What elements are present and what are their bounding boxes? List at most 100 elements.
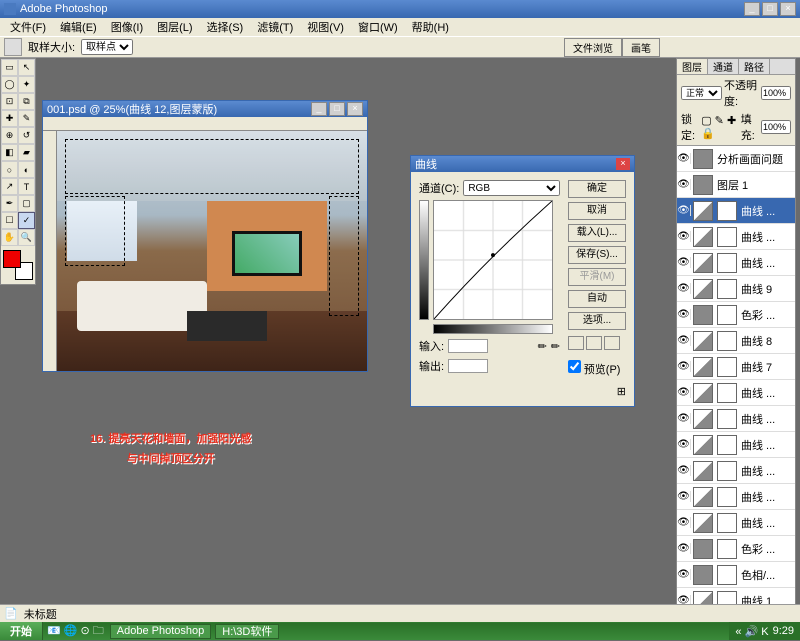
layer-row[interactable]: 👁曲线 7 [677,354,795,380]
layer-row[interactable]: 👁色彩 ... [677,536,795,562]
eyedrop-black-icon[interactable] [568,336,584,350]
eyedrop-gray-icon[interactable] [586,336,602,350]
close-button[interactable]: × [780,2,796,16]
layer-row[interactable]: 👁曲线 8 [677,328,795,354]
layer-row[interactable]: 👁曲线 ... [677,198,795,224]
visibility-icon[interactable]: 👁 [677,517,691,528]
menu-layer[interactable]: 图层(L) [151,19,198,35]
document-title[interactable]: 001.psd @ 25%(曲线 12,图层蒙版) _□× [43,101,367,117]
layer-row[interactable]: 👁曲线 ... [677,510,795,536]
layer-row[interactable]: 👁分析画面问题 [677,146,795,172]
tab-paths[interactable]: 路径 [739,59,770,74]
visibility-icon[interactable]: 👁 [677,231,691,242]
system-tray[interactable]: « 🔊 K9:29 [729,622,800,640]
layer-row[interactable]: 👁曲线 9 [677,276,795,302]
tool-gradient[interactable]: ▰ [18,144,35,161]
maximize-button[interactable]: □ [762,2,778,16]
tool-brush[interactable]: ✎ [18,110,35,127]
tool-wand[interactable]: ✦ [18,76,35,93]
output-field[interactable] [448,359,488,373]
visibility-icon[interactable]: 👁 [677,361,691,372]
tool-marquee[interactable]: ▭ [1,59,18,76]
canvas[interactable] [57,131,367,371]
minimize-button[interactable]: _ [744,2,760,16]
menu-edit[interactable]: 编辑(E) [54,19,103,35]
opacity-field[interactable] [761,86,791,100]
layer-row[interactable]: 👁曲线 ... [677,250,795,276]
layer-row[interactable]: 👁色相/... [677,562,795,588]
menu-view[interactable]: 视图(V) [301,19,350,35]
layer-row[interactable]: 👁曲线 ... [677,458,795,484]
input-field[interactable] [448,339,488,353]
blend-mode-select[interactable]: 正常 [681,86,722,100]
expand-icon[interactable]: ⊞ [568,385,626,398]
visibility-icon[interactable]: 👁 [677,179,691,190]
layer-row[interactable]: 👁色彩 ... [677,302,795,328]
layer-row[interactable]: 👁图层 1 [677,172,795,198]
sample-size-select[interactable]: 取样点 [81,39,133,55]
current-tool-icon[interactable] [4,38,22,56]
eyedrop-white-icon[interactable] [604,336,620,350]
layer-row[interactable]: 👁曲线 ... [677,380,795,406]
tool-eyedropper[interactable]: ✓ [18,212,35,229]
visibility-icon[interactable]: 👁 [677,465,691,476]
visibility-icon[interactable]: 👁 [677,257,691,268]
tab-brushes[interactable]: 画笔 [622,38,660,57]
visibility-icon[interactable]: 👁 [677,205,691,216]
doc-min[interactable]: _ [311,102,327,116]
menu-file[interactable]: 文件(F) [4,19,52,35]
task-folder[interactable]: H:\3D软件 [215,624,279,639]
layer-row[interactable]: 👁曲线 ... [677,484,795,510]
visibility-icon[interactable]: 👁 [677,283,691,294]
visibility-icon[interactable]: 👁 [677,491,691,502]
tool-type[interactable]: T [18,178,35,195]
tool-lasso[interactable]: ◯ [1,76,18,93]
menu-image[interactable]: 图像(I) [105,19,149,35]
start-button[interactable]: 开始 [0,622,43,640]
visibility-icon[interactable]: 👁 [677,309,691,320]
tab-channels[interactable]: 通道 [708,59,739,74]
doc-close[interactable]: × [347,102,363,116]
layers-list[interactable]: 👁分析画面问题👁图层 1👁曲线 ...👁曲线 ...👁曲线 ...👁曲线 9👁色… [677,146,795,615]
tool-stamp[interactable]: ⊕ [1,127,18,144]
menu-help[interactable]: 帮助(H) [406,19,455,35]
tool-hand[interactable]: ✋ [1,229,18,246]
tab-file-browser[interactable]: 文件浏览 [564,38,622,57]
visibility-icon[interactable]: 👁 [677,387,691,398]
layer-row[interactable]: 👁曲线 ... [677,406,795,432]
layer-row[interactable]: 👁曲线 ... [677,224,795,250]
tool-notes[interactable]: ☐ [1,212,18,229]
menu-filter[interactable]: 滤镜(T) [251,19,299,35]
channel-select[interactable]: RGB [463,180,560,196]
preview-checkbox[interactable]: 预览(P) [568,360,626,377]
tool-blur[interactable]: ○ [1,161,18,178]
fill-field[interactable] [761,120,791,134]
visibility-icon[interactable]: 👁 [677,335,691,346]
visibility-icon[interactable]: 👁 [677,439,691,450]
menu-window[interactable]: 窗口(W) [352,19,404,35]
tool-shape[interactable]: ▢ [18,195,35,212]
task-photoshop[interactable]: Adobe Photoshop [110,624,211,639]
tool-heal[interactable]: ✚ [1,110,18,127]
curves-titlebar[interactable]: 曲线 × [411,156,634,172]
tool-zoom[interactable]: 🔍 [18,229,35,246]
tool-crop[interactable]: ⊡ [1,93,18,110]
menu-select[interactable]: 选择(S) [201,19,250,35]
visibility-icon[interactable]: 👁 [677,543,691,554]
visibility-icon[interactable]: 👁 [677,413,691,424]
tool-history[interactable]: ↺ [18,127,35,144]
tool-move[interactable]: ↖ [18,59,35,76]
tool-path[interactable]: ↗ [1,178,18,195]
ok-button[interactable]: 确定 [568,180,626,198]
curve-graph[interactable] [433,200,553,320]
tool-slice[interactable]: ⧉ [18,93,35,110]
layer-row[interactable]: 👁曲线 ... [677,432,795,458]
cancel-button[interactable]: 取消 [568,202,626,220]
visibility-icon[interactable]: 👁 [677,569,691,580]
tab-layers[interactable]: 图层 [677,59,708,74]
load-button[interactable]: 载入(L)... [568,224,626,242]
doc-max[interactable]: □ [329,102,345,116]
color-swatch[interactable] [3,250,33,280]
tool-pen[interactable]: ✒ [1,195,18,212]
fg-color[interactable] [3,250,21,268]
